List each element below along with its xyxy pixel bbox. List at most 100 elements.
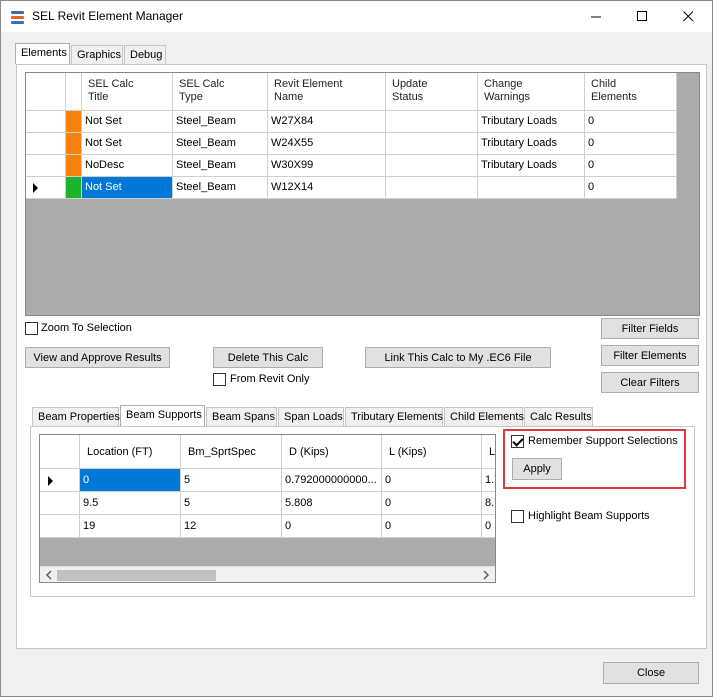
remember-support-checkbox[interactable] [511,435,524,448]
maximize-button[interactable] [619,1,665,32]
scroll-right-icon[interactable] [481,570,491,580]
tab-child-elements[interactable]: Child Elements [444,407,524,426]
cell-sprtspec[interactable]: 5 [181,492,282,515]
indicator-column-header [66,73,82,111]
cell-status[interactable] [386,155,478,177]
cell-title[interactable]: Not Set [82,177,173,199]
column-header-child[interactable]: Child Elements [585,73,677,111]
tab-debug[interactable]: Debug [124,45,166,64]
table-row[interactable]: NoDesc Steel_Beam W30X99 Tributary Loads… [26,155,677,177]
cell-warnings[interactable]: Tributary Loads [478,133,585,155]
cell-live-load[interactable]: 0 [382,469,482,492]
cell-location[interactable]: 0 [80,469,181,492]
column-header-live-load[interactable]: L (Kips) [382,435,482,469]
cell-status[interactable] [386,133,478,155]
cell-location[interactable]: 9.5 [80,492,181,515]
tab-label: Elements [21,47,67,59]
row-header[interactable] [26,133,66,155]
table-row[interactable]: Not Set Steel_Beam W27X84 Tributary Load… [26,111,677,133]
cell-name[interactable]: W12X14 [268,177,386,199]
from-revit-only-checkbox[interactable] [213,373,226,386]
close-button[interactable]: Close [603,662,699,684]
minimize-icon [590,16,601,18]
column-header-sprtspec[interactable]: Bm_SprtSpec [181,435,282,469]
column-header-roof-live[interactable]: Lr [482,435,495,469]
row-header[interactable] [40,492,80,515]
tab-beam-spans[interactable]: Beam Spans [206,407,277,426]
cell-title[interactable]: Not Set [82,111,173,133]
table-row[interactable]: 0 5 0.792000000000... 0 1.7 [40,469,495,492]
cell-type[interactable]: Steel_Beam [173,111,268,133]
column-header-warnings[interactable]: Change Warnings [478,73,585,111]
cell-location[interactable]: 19 [80,515,181,538]
cell-live-load[interactable]: 0 [382,515,482,538]
view-approve-results-button[interactable]: View and Approve Results [25,347,170,368]
cell-type[interactable]: Steel_Beam [173,177,268,199]
cell-type[interactable]: Steel_Beam [173,155,268,177]
title-bar[interactable]: SEL Revit Element Manager [1,1,712,32]
clear-filters-button[interactable]: Clear Filters [601,372,699,393]
row-header[interactable] [26,155,66,177]
row-header[interactable] [40,515,80,538]
close-window-button[interactable] [665,1,711,32]
highlight-supports-checkbox[interactable] [511,510,524,523]
scrollbar-thumb[interactable] [57,570,216,581]
column-header-status[interactable]: Update Status [386,73,478,111]
tab-beam-properties[interactable]: Beam Properties [32,407,120,426]
zoom-to-selection-checkbox[interactable] [25,322,38,335]
cell-dead-load[interactable]: 5.808 [282,492,382,515]
apply-button[interactable]: Apply [512,458,562,480]
filter-fields-button[interactable]: Filter Fields [601,318,699,339]
scroll-left-icon[interactable] [44,570,54,580]
column-header-location[interactable]: Location (FT) [80,435,181,469]
cell-sprtspec[interactable]: 5 [181,469,282,492]
cell-roof-live[interactable]: 8.7 [482,492,495,515]
cell-sprtspec[interactable]: 12 [181,515,282,538]
cell-child[interactable]: 0 [585,155,677,177]
row-header[interactable] [26,111,66,133]
cell-name[interactable]: W27X84 [268,111,386,133]
cell-dead-load[interactable]: 0 [282,515,382,538]
table-row[interactable]: 9.5 5 5.808 0 8.7 [40,492,495,515]
row-header[interactable] [26,177,66,199]
column-header-type[interactable]: SEL Calc Type [173,73,268,111]
tab-span-loads[interactable]: Span Loads [278,407,344,426]
cell-type[interactable]: Steel_Beam [173,133,268,155]
cell-dead-load[interactable]: 0.792000000000... [282,469,382,492]
tab-elements[interactable]: Elements [15,43,70,64]
minimize-button[interactable] [573,1,619,32]
table-row[interactable]: Not Set Steel_Beam W24X55 Tributary Load… [26,133,677,155]
cell-title[interactable]: NoDesc [82,155,173,177]
column-header-title[interactable]: SEL Calc Title [82,73,173,111]
row-header[interactable] [40,469,80,492]
cell-live-load[interactable]: 0 [382,492,482,515]
cell-warnings[interactable]: Tributary Loads [478,155,585,177]
delete-calc-button[interactable]: Delete This Calc [213,347,323,368]
cell-status[interactable] [386,177,478,199]
tab-beam-supports[interactable]: Beam Supports [120,405,205,426]
cell-child[interactable]: 0 [585,177,677,199]
filter-elements-button[interactable]: Filter Elements [601,345,699,366]
tab-calc-results[interactable]: Calc Results [524,407,593,426]
supports-grid-header: Location (FT) Bm_SprtSpec D (Kips) L (Ki… [40,435,495,469]
cell-roof-live[interactable]: 0 [482,515,495,538]
tab-graphics[interactable]: Graphics [71,45,123,64]
cell-title[interactable]: Not Set [82,133,173,155]
column-header-name[interactable]: Revit Element Name [268,73,386,111]
cell-roof-live[interactable]: 1.7 [482,469,495,492]
cell-warnings[interactable]: Tributary Loads [478,111,585,133]
elements-grid[interactable]: SEL Calc Title SEL Calc Type Revit Element… [25,72,700,316]
table-row[interactable]: 19 12 0 0 0 [40,515,495,538]
cell-status[interactable] [386,111,478,133]
cell-child[interactable]: 0 [585,111,677,133]
cell-name[interactable]: W30X99 [268,155,386,177]
beam-supports-grid[interactable]: Location (FT) Bm_SprtSpec D (Kips) L (Ki… [39,434,496,583]
cell-warnings[interactable] [478,177,585,199]
cell-child[interactable]: 0 [585,133,677,155]
column-header-dead-load[interactable]: D (Kips) [282,435,382,469]
table-row[interactable]: Not Set Steel_Beam W12X14 0 [26,177,677,199]
cell-name[interactable]: W24X55 [268,133,386,155]
tab-tributary-elements[interactable]: Tributary Elements [345,407,443,426]
horizontal-scrollbar[interactable] [40,566,495,582]
link-calc-button[interactable]: Link This Calc to My .EC6 File [365,347,551,368]
